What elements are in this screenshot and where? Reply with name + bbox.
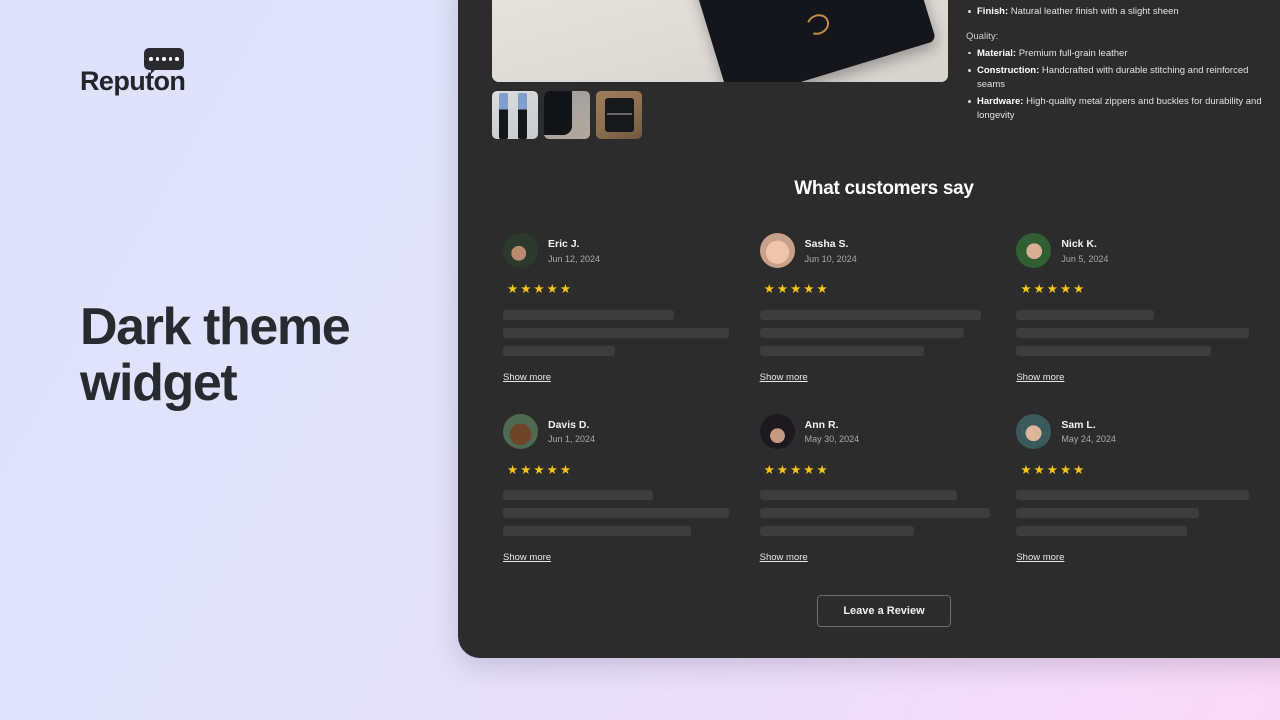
spec-item: Finish: Natural leather finish with a sl… [966, 5, 1274, 18]
review-card: Ann R. May 30, 2024 ★★★★★ Show more [759, 413, 1016, 566]
text-placeholder-bar [503, 327, 729, 338]
text-placeholder-bar [1016, 327, 1250, 338]
review-date: May 24, 2024 [1061, 434, 1116, 445]
reviewer-name: Eric J. [548, 238, 580, 251]
review-date: Jun 5, 2024 [1061, 253, 1109, 264]
spec-value: Natural leather finish with a slight she… [1008, 6, 1179, 18]
text-placeholder-bar [503, 309, 675, 320]
text-placeholder-bar [503, 508, 729, 518]
review-widget-panel: Color: Available Colors: Brown, Black, D… [458, 0, 1280, 658]
review-card: Eric J. Jun 12, 2024 ★★★★★ Show more [503, 233, 759, 385]
promo-panel: Reputon Dark theme widget [0, 0, 458, 720]
page-title: Dark theme widget [80, 298, 351, 412]
reviews-grid: Eric J. Jun 12, 2024 ★★★★★ Show more Sas… [458, 200, 1280, 594]
show-more-link[interactable]: Show more [760, 372, 808, 383]
star-rating: ★★★★★ [763, 282, 830, 296]
star-rating: ★★★★★ [763, 462, 830, 477]
avatar [503, 413, 538, 449]
brand-logo: Reputon [80, 48, 186, 95]
star-rating: ★★★★★ [1020, 462, 1087, 477]
thumbnail-image-1[interactable] [492, 91, 538, 139]
reviewer-name: Davis D. [548, 418, 590, 431]
text-placeholder-bar [503, 345, 615, 356]
spec-group-heading: Quality: [966, 30, 999, 42]
reviewer-name: Sam L. [1061, 418, 1096, 431]
spec-group-quality: Quality: Material: Premium full-grain le… [966, 31, 1274, 122]
thumbnail-strip [492, 91, 948, 139]
text-placeholder-bar [759, 309, 981, 320]
leave-a-review-button[interactable]: Leave a Review [817, 595, 951, 627]
show-more-link[interactable]: Show more [1016, 552, 1064, 563]
review-card: Davis D. Jun 1, 2024 ★★★★★ Show more [503, 413, 759, 566]
reviewer-header: Eric J. Jun 12, 2024 [503, 233, 741, 268]
spec-item: Construction: Handcrafted with durable s… [966, 64, 1274, 91]
reviewer-header: Sam L. May 24, 2024 [1016, 413, 1254, 449]
review-text-skeleton [1016, 490, 1254, 536]
text-placeholder-bar [1016, 309, 1155, 320]
review-text-skeleton [759, 309, 998, 356]
product-specs: Color: Available Colors: Brown, Black, D… [966, 0, 1274, 139]
star-rating: ★★★★★ [507, 462, 574, 477]
review-date: Jun 10, 2024 [804, 253, 857, 264]
spec-label: Material: [977, 47, 1017, 59]
star-rating: ★★★★★ [1020, 282, 1087, 296]
reviewer-name: Ann R. [804, 418, 839, 431]
text-placeholder-bar [1016, 345, 1212, 356]
avatar [759, 233, 795, 268]
reviewer-header: Nick K. Jun 5, 2024 [1016, 233, 1254, 268]
spec-item: Available Colors: Brown, Black, Dark Bro… [966, 0, 1274, 1]
reviews-heading: What customers say [794, 178, 974, 199]
reviewer-name: Nick K. [1061, 238, 1097, 251]
text-placeholder-bar [759, 345, 924, 356]
text-placeholder-bar [759, 490, 957, 500]
reviewer-name: Sasha S. [804, 238, 849, 251]
cta-container: Leave a Review [458, 595, 1280, 627]
text-placeholder-bar [759, 327, 965, 338]
avatar [1016, 233, 1052, 268]
review-text-skeleton [759, 490, 998, 536]
show-more-link[interactable]: Show more [760, 552, 808, 563]
text-placeholder-bar [759, 508, 991, 518]
spec-label: Finish: [977, 6, 1009, 18]
spec-group-color: Color: Available Colors: Brown, Black, D… [966, 0, 1274, 19]
review-date: Jun 12, 2024 [548, 253, 601, 264]
text-placeholder-bar [503, 526, 691, 536]
text-placeholder-bar [1016, 508, 1200, 518]
avatar [1016, 413, 1052, 449]
review-date: Jun 1, 2024 [548, 434, 596, 445]
review-text-skeleton [503, 490, 741, 536]
thumbnail-image-3[interactable] [596, 91, 642, 139]
review-card: Sam L. May 24, 2024 ★★★★★ Show more [1016, 413, 1272, 566]
reviewer-header: Sasha S. Jun 10, 2024 [759, 233, 998, 268]
spec-value: Premium full-grain leather [1016, 47, 1128, 59]
text-placeholder-bar [503, 490, 653, 500]
star-rating: ★★★★★ [507, 282, 574, 296]
review-date: May 30, 2024 [804, 434, 860, 445]
review-text-skeleton [1016, 309, 1254, 356]
show-more-link[interactable]: Show more [1016, 372, 1064, 383]
thumbnail-image-2[interactable] [544, 91, 590, 139]
text-placeholder-bar [1016, 490, 1250, 500]
review-card: Sasha S. Jun 10, 2024 ★★★★★ Show more [759, 233, 1016, 385]
avatar [759, 413, 795, 449]
reviewer-header: Ann R. May 30, 2024 [759, 413, 998, 449]
product-gallery [492, 0, 948, 139]
spec-item: Material: Premium full-grain leather [966, 47, 1274, 60]
product-hero-image[interactable] [492, 0, 948, 82]
review-text-skeleton [503, 309, 741, 356]
reviewer-header: Davis D. Jun 1, 2024 [503, 413, 741, 449]
text-placeholder-bar [1016, 526, 1188, 536]
spec-item: Hardware: High-quality metal zippers and… [966, 95, 1274, 122]
product-section: Color: Available Colors: Brown, Black, D… [458, 0, 1280, 139]
spec-label: Construction: [977, 65, 1040, 77]
spec-label: Hardware: [977, 96, 1024, 108]
avatar [503, 233, 538, 268]
review-card: Nick K. Jun 5, 2024 ★★★★★ Show more [1016, 233, 1272, 385]
speech-bubble-icon [144, 48, 184, 74]
text-placeholder-bar [759, 526, 915, 536]
show-more-link[interactable]: Show more [503, 552, 551, 563]
show-more-link[interactable]: Show more [503, 372, 551, 383]
